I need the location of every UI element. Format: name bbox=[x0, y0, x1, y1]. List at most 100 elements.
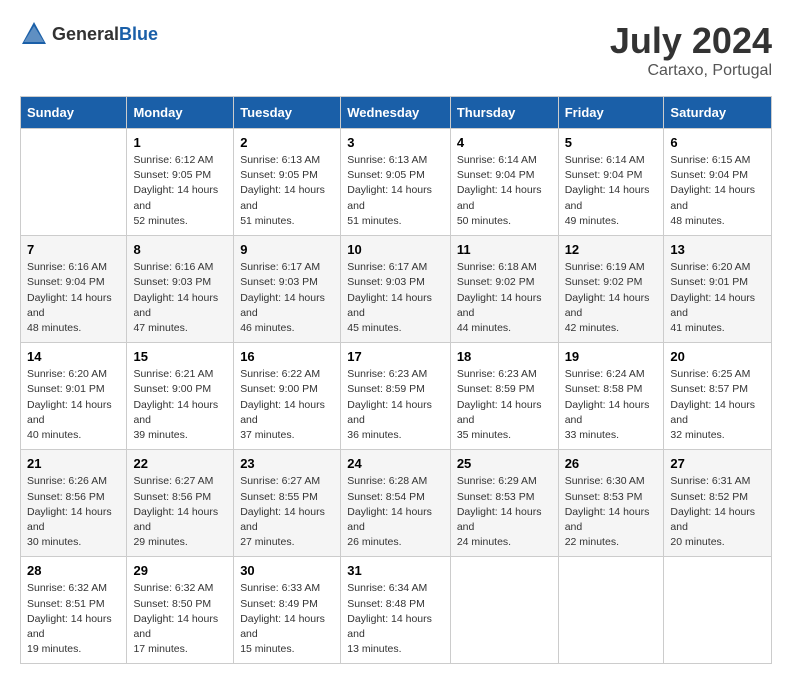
day-info: Sunrise: 6:27 AMSunset: 8:56 PMDaylight:… bbox=[133, 474, 227, 550]
day-number: 4 bbox=[457, 135, 552, 150]
calendar-cell: 25 Sunrise: 6:29 AMSunset: 8:53 PMDayligh… bbox=[450, 450, 558, 557]
day-number: 22 bbox=[133, 456, 227, 471]
day-number: 1 bbox=[133, 135, 227, 150]
calendar-cell: 21 Sunrise: 6:26 AMSunset: 8:56 PMDayligh… bbox=[21, 450, 127, 557]
day-info: Sunrise: 6:23 AMSunset: 8:59 PMDaylight:… bbox=[347, 367, 444, 443]
calendar-cell bbox=[450, 557, 558, 664]
day-info: Sunrise: 6:31 AMSunset: 8:52 PMDaylight:… bbox=[670, 474, 765, 550]
day-number: 29 bbox=[133, 563, 227, 578]
week-row-5: 28 Sunrise: 6:32 AMSunset: 8:51 PMDayligh… bbox=[21, 557, 772, 664]
day-info: Sunrise: 6:30 AMSunset: 8:53 PMDaylight:… bbox=[565, 474, 658, 550]
logo: GeneralBlue bbox=[20, 20, 158, 48]
day-number: 3 bbox=[347, 135, 444, 150]
day-number: 6 bbox=[670, 135, 765, 150]
day-number: 25 bbox=[457, 456, 552, 471]
day-info: Sunrise: 6:20 AMSunset: 9:01 PMDaylight:… bbox=[670, 260, 765, 336]
day-info: Sunrise: 6:12 AMSunset: 9:05 PMDaylight:… bbox=[133, 153, 227, 229]
day-number: 21 bbox=[27, 456, 120, 471]
day-number: 2 bbox=[240, 135, 334, 150]
day-info: Sunrise: 6:16 AMSunset: 9:03 PMDaylight:… bbox=[133, 260, 227, 336]
day-info: Sunrise: 6:20 AMSunset: 9:01 PMDaylight:… bbox=[27, 367, 120, 443]
calendar-cell: 26 Sunrise: 6:30 AMSunset: 8:53 PMDayligh… bbox=[558, 450, 664, 557]
logo-blue-text: Blue bbox=[119, 24, 158, 44]
day-number: 15 bbox=[133, 349, 227, 364]
day-info: Sunrise: 6:32 AMSunset: 8:51 PMDaylight:… bbox=[27, 581, 120, 657]
calendar-cell: 30Sunrise: 6:33 AMSunset: 8:49 PMDayligh… bbox=[234, 557, 341, 664]
day-info: Sunrise: 6:23 AMSunset: 8:59 PMDaylight:… bbox=[457, 367, 552, 443]
day-number: 5 bbox=[565, 135, 658, 150]
day-number: 17 bbox=[347, 349, 444, 364]
day-info: Sunrise: 6:29 AMSunset: 8:53 PMDaylight:… bbox=[457, 474, 552, 550]
calendar-cell: 29 Sunrise: 6:32 AMSunset: 8:50 PMDayligh… bbox=[127, 557, 234, 664]
day-info: Sunrise: 6:33 AMSunset: 8:49 PMDaylight:… bbox=[240, 581, 334, 657]
day-number: 18 bbox=[457, 349, 552, 364]
weekday-header-monday: Monday bbox=[127, 97, 234, 129]
calendar-cell: 9Sunrise: 6:17 AMSunset: 9:03 PMDaylight… bbox=[234, 236, 341, 343]
calendar-cell: 22 Sunrise: 6:27 AMSunset: 8:56 PMDayligh… bbox=[127, 450, 234, 557]
day-number: 28 bbox=[27, 563, 120, 578]
calendar-cell: 5 Sunrise: 6:14 AMSunset: 9:04 PMDaylight… bbox=[558, 129, 664, 236]
day-info: Sunrise: 6:21 AMSunset: 9:00 PMDaylight:… bbox=[133, 367, 227, 443]
week-row-4: 21 Sunrise: 6:26 AMSunset: 8:56 PMDayligh… bbox=[21, 450, 772, 557]
logo-general-text: General bbox=[52, 24, 119, 44]
day-info: Sunrise: 6:19 AMSunset: 9:02 PMDaylight:… bbox=[565, 260, 658, 336]
day-info: Sunrise: 6:26 AMSunset: 8:56 PMDaylight:… bbox=[27, 474, 120, 550]
day-info: Sunrise: 6:14 AMSunset: 9:04 PMDaylight:… bbox=[565, 153, 658, 229]
day-number: 14 bbox=[27, 349, 120, 364]
day-number: 9 bbox=[240, 242, 334, 257]
day-info: Sunrise: 6:22 AMSunset: 9:00 PMDaylight:… bbox=[240, 367, 334, 443]
day-number: 27 bbox=[670, 456, 765, 471]
weekday-header-saturday: Saturday bbox=[664, 97, 772, 129]
weekday-header-friday: Friday bbox=[558, 97, 664, 129]
day-number: 16 bbox=[240, 349, 334, 364]
calendar-cell: 18 Sunrise: 6:23 AMSunset: 8:59 PMDayligh… bbox=[450, 343, 558, 450]
day-number: 26 bbox=[565, 456, 658, 471]
day-number: 31 bbox=[347, 563, 444, 578]
calendar-cell: 3 Sunrise: 6:13 AMSunset: 9:05 PMDaylight… bbox=[341, 129, 451, 236]
calendar-cell: 4 Sunrise: 6:14 AMSunset: 9:04 PMDaylight… bbox=[450, 129, 558, 236]
calendar-cell: 27 Sunrise: 6:31 AMSunset: 8:52 PMDayligh… bbox=[664, 450, 772, 557]
calendar-cell: 10Sunrise: 6:17 AMSunset: 9:03 PMDayligh… bbox=[341, 236, 451, 343]
calendar-cell: 15 Sunrise: 6:21 AMSunset: 9:00 PMDayligh… bbox=[127, 343, 234, 450]
calendar-cell: 24Sunrise: 6:28 AMSunset: 8:54 PMDayligh… bbox=[341, 450, 451, 557]
calendar-cell: 16 Sunrise: 6:22 AMSunset: 9:00 PMDayligh… bbox=[234, 343, 341, 450]
day-number: 23 bbox=[240, 456, 334, 471]
day-info: Sunrise: 6:24 AMSunset: 8:58 PMDaylight:… bbox=[565, 367, 658, 443]
day-number: 10 bbox=[347, 242, 444, 257]
calendar-table: SundayMondayTuesdayWednesdayThursdayFrid… bbox=[20, 96, 772, 664]
day-number: 13 bbox=[670, 242, 765, 257]
calendar-cell bbox=[558, 557, 664, 664]
page-header: GeneralBlue July 2024 Cartaxo, Portugal bbox=[20, 20, 772, 80]
location-subtitle: Cartaxo, Portugal bbox=[610, 62, 772, 80]
day-number: 11 bbox=[457, 242, 552, 257]
day-info: Sunrise: 6:28 AMSunset: 8:54 PMDaylight:… bbox=[347, 474, 444, 550]
calendar-cell: 19 Sunrise: 6:24 AMSunset: 8:58 PMDayligh… bbox=[558, 343, 664, 450]
day-info: Sunrise: 6:13 AMSunset: 9:05 PMDaylight:… bbox=[347, 153, 444, 229]
week-row-3: 14 Sunrise: 6:20 AMSunset: 9:01 PMDayligh… bbox=[21, 343, 772, 450]
calendar-cell: 11 Sunrise: 6:18 AMSunset: 9:02 PMDayligh… bbox=[450, 236, 558, 343]
calendar-cell bbox=[664, 557, 772, 664]
day-number: 12 bbox=[565, 242, 658, 257]
day-info: Sunrise: 6:34 AMSunset: 8:48 PMDaylight:… bbox=[347, 581, 444, 657]
day-info: Sunrise: 6:15 AMSunset: 9:04 PMDaylight:… bbox=[670, 153, 765, 229]
day-info: Sunrise: 6:32 AMSunset: 8:50 PMDaylight:… bbox=[133, 581, 227, 657]
calendar-cell bbox=[21, 129, 127, 236]
calendar-cell: 17 Sunrise: 6:23 AMSunset: 8:59 PMDayligh… bbox=[341, 343, 451, 450]
calendar-cell: 31 Sunrise: 6:34 AMSunset: 8:48 PMDayligh… bbox=[341, 557, 451, 664]
day-info: Sunrise: 6:14 AMSunset: 9:04 PMDaylight:… bbox=[457, 153, 552, 229]
day-number: 8 bbox=[133, 242, 227, 257]
calendar-cell: 8 Sunrise: 6:16 AMSunset: 9:03 PMDaylight… bbox=[127, 236, 234, 343]
day-number: 20 bbox=[670, 349, 765, 364]
day-info: Sunrise: 6:18 AMSunset: 9:02 PMDaylight:… bbox=[457, 260, 552, 336]
calendar-cell: 23Sunrise: 6:27 AMSunset: 8:55 PMDayligh… bbox=[234, 450, 341, 557]
day-number: 7 bbox=[27, 242, 120, 257]
calendar-cell: 20 Sunrise: 6:25 AMSunset: 8:57 PMDayligh… bbox=[664, 343, 772, 450]
week-row-2: 7Sunrise: 6:16 AMSunset: 9:04 PMDaylight… bbox=[21, 236, 772, 343]
day-info: Sunrise: 6:13 AMSunset: 9:05 PMDaylight:… bbox=[240, 153, 334, 229]
calendar-cell: 13 Sunrise: 6:20 AMSunset: 9:01 PMDayligh… bbox=[664, 236, 772, 343]
day-info: Sunrise: 6:25 AMSunset: 8:57 PMDaylight:… bbox=[670, 367, 765, 443]
weekday-header-tuesday: Tuesday bbox=[234, 97, 341, 129]
day-number: 19 bbox=[565, 349, 658, 364]
calendar-cell: 1 Sunrise: 6:12 AMSunset: 9:05 PMDaylight… bbox=[127, 129, 234, 236]
calendar-cell: 6 Sunrise: 6:15 AMSunset: 9:04 PMDaylight… bbox=[664, 129, 772, 236]
